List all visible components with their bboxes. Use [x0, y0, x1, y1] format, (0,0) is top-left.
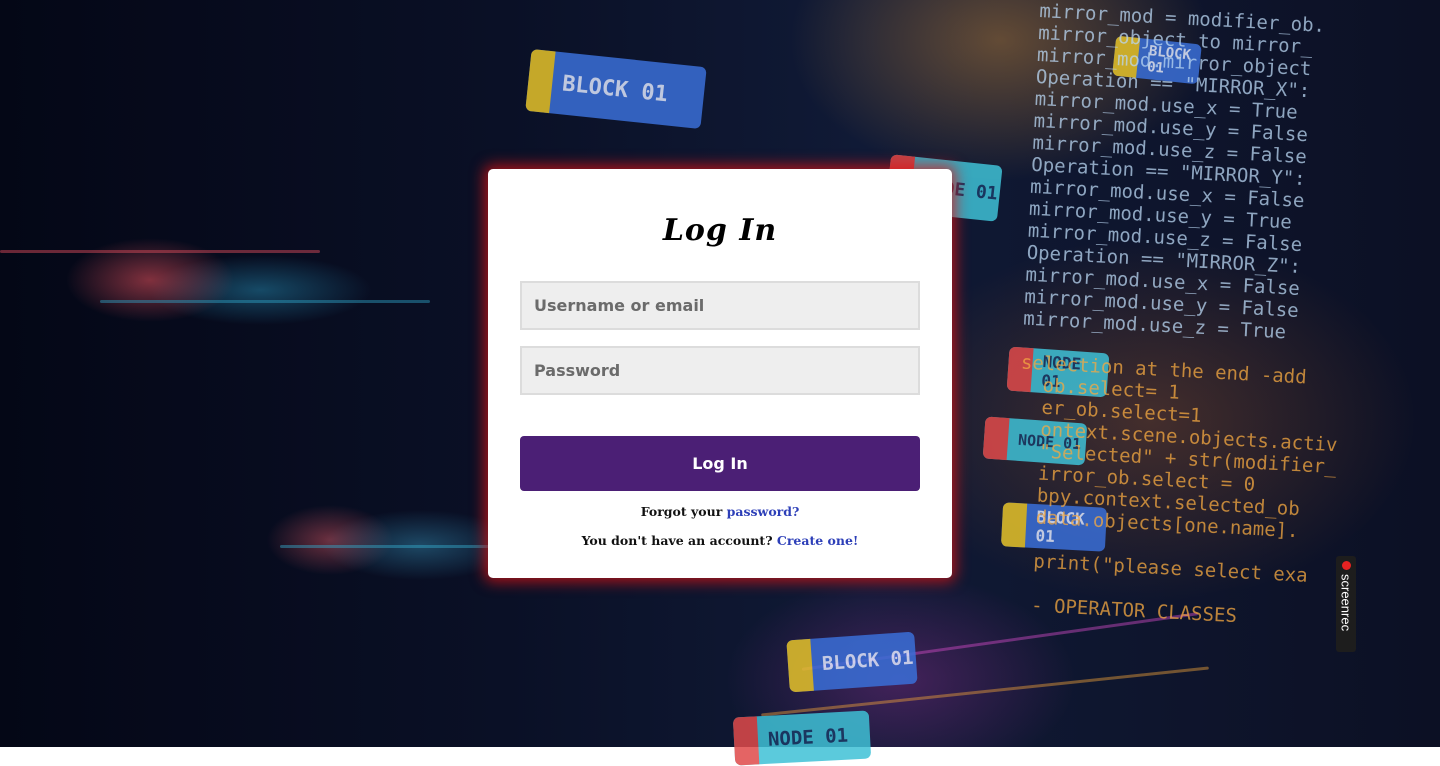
login-button[interactable]: Log In	[520, 436, 920, 491]
screenrec-label: screenrec	[1338, 574, 1354, 632]
create-account-link[interactable]: Create one!	[777, 533, 859, 548]
create-account-line: You don't have an account? Create one!	[488, 533, 952, 548]
username-input[interactable]	[520, 281, 920, 330]
code-text-overlay: mirror_mod = modifier_ob. mirror_object t…	[1008, 0, 1360, 632]
forgot-text: Forgot your	[640, 504, 723, 519]
block-node: NODE 01	[732, 710, 872, 766]
password-input[interactable]	[520, 346, 920, 395]
create-account-text: You don't have an account?	[581, 533, 773, 548]
block-node: BLOCK 01	[786, 631, 918, 693]
block-node: BLOCK 01	[525, 48, 707, 130]
login-card: Log In Log In Forgot your password? You …	[488, 169, 952, 578]
light-streak	[280, 545, 500, 548]
node-label: BLOCK 01	[821, 646, 915, 676]
light-streak	[100, 300, 430, 303]
record-icon	[1341, 561, 1351, 570]
forgot-password-line: Forgot your password?	[488, 504, 952, 519]
node-label: BLOCK 01	[560, 70, 669, 107]
login-title: Log In	[662, 213, 778, 248]
screenrec-widget[interactable]: screenrec	[1336, 556, 1356, 652]
light-streak	[0, 250, 320, 253]
forgot-password-link[interactable]: password?	[727, 504, 800, 519]
